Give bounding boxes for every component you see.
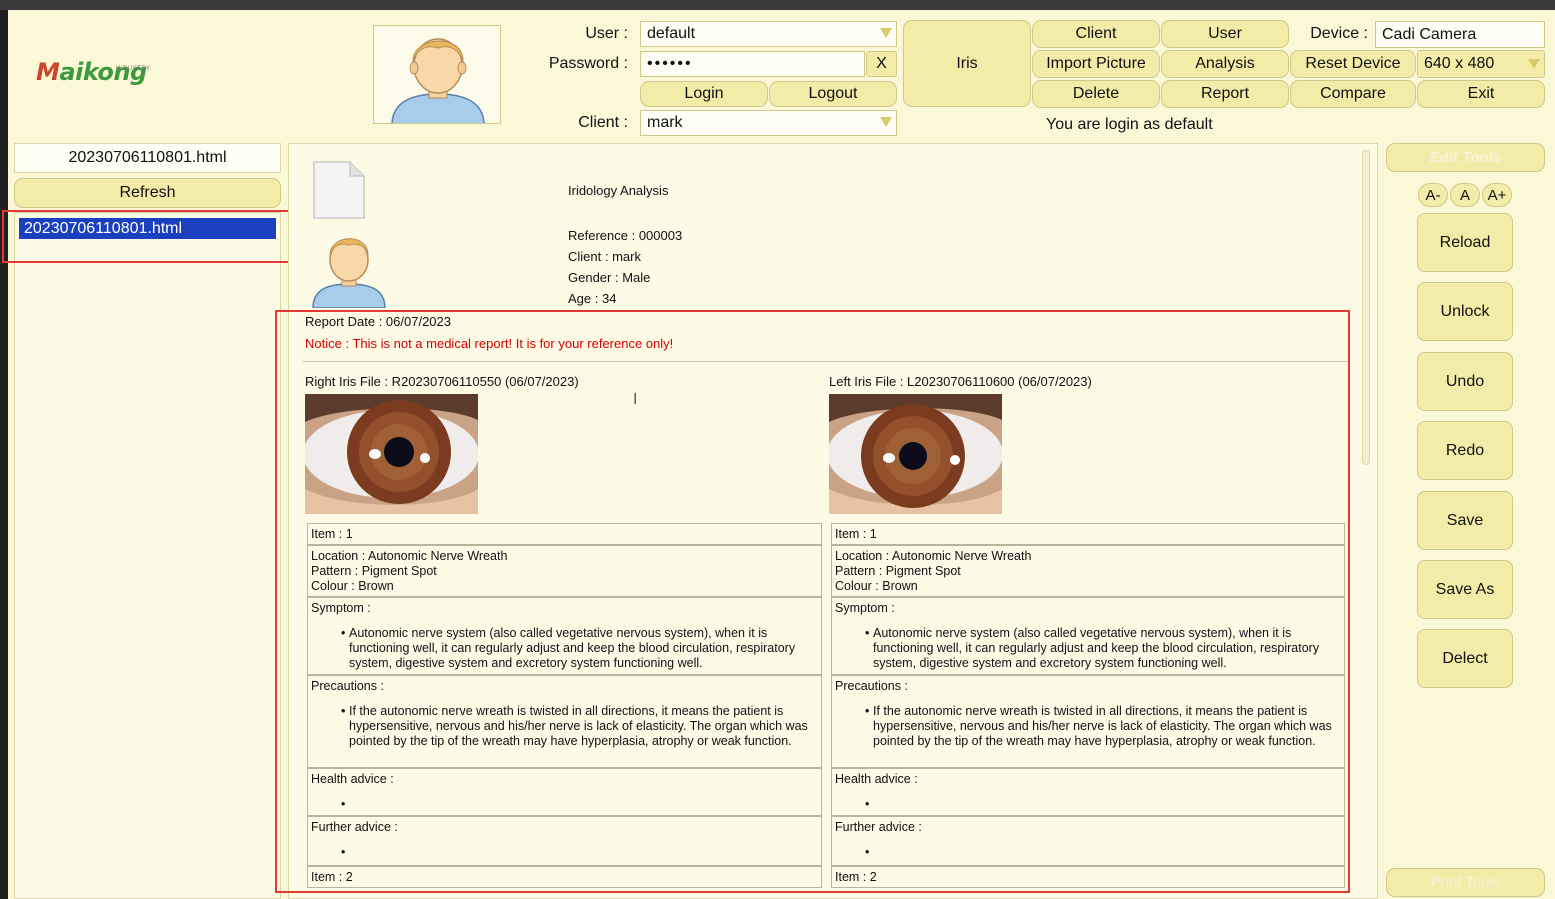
font-normal-button[interactable]: A (1450, 183, 1480, 207)
save-as-button[interactable]: Save As (1417, 560, 1513, 619)
chevron-down-icon (1528, 59, 1540, 69)
document-icon (313, 161, 365, 219)
person-icon (391, 38, 485, 123)
user-select-value: default (647, 25, 696, 42)
client-button[interactable]: Client (1032, 20, 1160, 48)
delect-button[interactable]: Delect (1417, 629, 1513, 688)
font-smaller-button[interactable]: A- (1418, 183, 1448, 207)
refresh-button[interactable]: Refresh (14, 178, 281, 208)
save-button[interactable]: Save (1417, 491, 1513, 550)
window-edge (0, 10, 8, 899)
reset-device-button[interactable]: Reset Device (1290, 50, 1416, 78)
logo-tagline: INDUSTRY (116, 66, 151, 72)
redo-button[interactable]: Redo (1417, 421, 1513, 480)
report-title: Iridology Analysis (568, 183, 669, 198)
resolution-select[interactable]: 640 x 480 (1417, 50, 1545, 78)
unlock-button[interactable]: Unlock (1417, 282, 1513, 341)
undo-button[interactable]: Undo (1417, 352, 1513, 411)
report-button[interactable]: Report (1161, 80, 1289, 108)
login-button[interactable]: Login (640, 81, 768, 107)
client-label: Client : (578, 114, 628, 131)
maikong-logo: Maikong (36, 58, 147, 86)
file-list (14, 212, 281, 899)
current-file-field[interactable]: 20230706110801.html (14, 143, 281, 173)
client-select-value: mark (647, 114, 683, 131)
user-select[interactable]: default (640, 21, 897, 47)
chevron-down-icon (880, 117, 892, 127)
exit-button[interactable]: Exit (1417, 80, 1545, 108)
delete-button[interactable]: Delete (1032, 80, 1160, 108)
password-label: Password : (548, 55, 628, 72)
print-tools-header: Print Tools (1386, 868, 1545, 897)
import-picture-button[interactable]: Import Picture (1032, 50, 1160, 78)
iris-button[interactable]: Iris (903, 20, 1031, 107)
client-avatar-icon (312, 238, 386, 308)
report-scrollbar[interactable] (1362, 150, 1370, 465)
window-titlebar (0, 0, 1555, 10)
annotation-highlight-report (275, 310, 1350, 893)
login-status: You are login as default (1046, 116, 1213, 133)
resolution-select-value: 640 x 480 (1424, 55, 1495, 72)
report-reference: Reference : 000003 (568, 228, 683, 243)
logout-button[interactable]: Logout (769, 81, 897, 107)
clear-password-button[interactable]: X (866, 51, 897, 77)
report-client: Client : mark (568, 249, 641, 264)
user-button[interactable]: User (1161, 20, 1289, 48)
password-field[interactable]: •••••• (640, 51, 865, 77)
device-field[interactable]: Cadi Camera (1375, 21, 1545, 48)
user-avatar (373, 25, 501, 124)
report-gender: Gender : Male (568, 270, 651, 285)
reload-button[interactable]: Reload (1417, 213, 1513, 272)
device-label: Device : (1310, 25, 1368, 42)
font-larger-button[interactable]: A+ (1482, 183, 1512, 207)
user-label: User : (585, 25, 628, 42)
client-select[interactable]: mark (640, 110, 897, 136)
analysis-button[interactable]: Analysis (1161, 50, 1289, 78)
edit-tools-header: Edit Tools (1386, 143, 1545, 172)
compare-button[interactable]: Compare (1290, 80, 1416, 108)
report-age: Age : 34 (568, 291, 617, 306)
chevron-down-icon (880, 28, 892, 38)
annotation-highlight-file (2, 210, 314, 263)
